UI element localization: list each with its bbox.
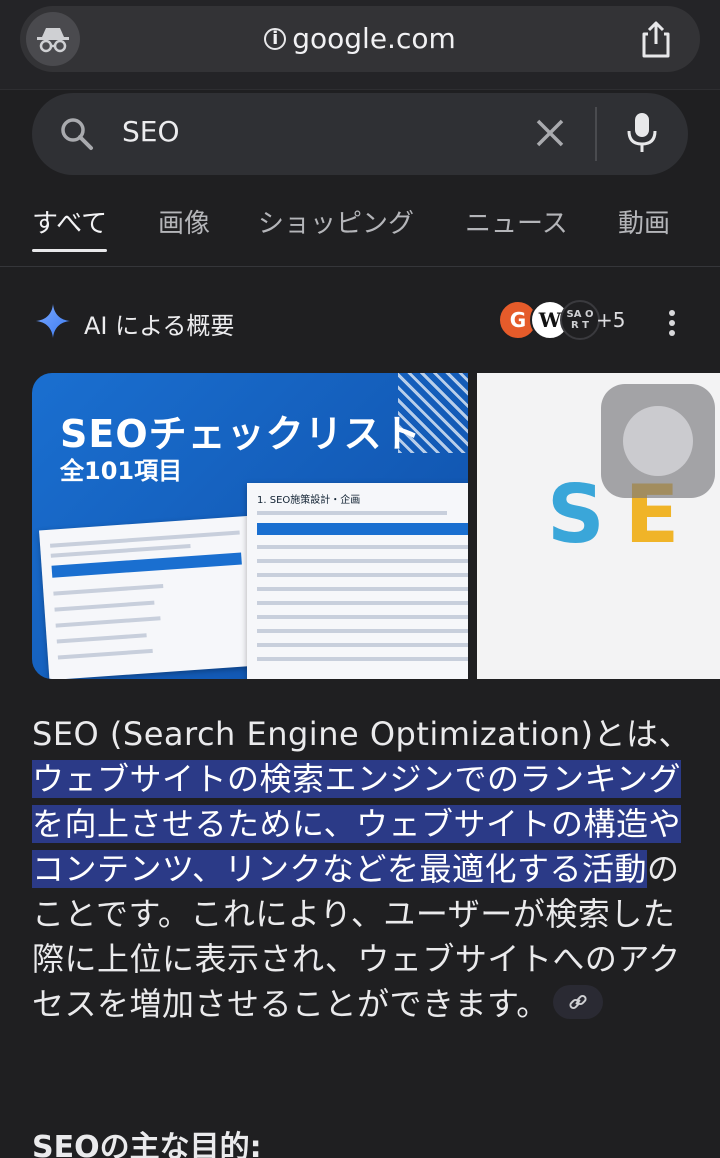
- ai-overview-header: AI による概要 G W SA O R T +5: [0, 290, 720, 352]
- site-info-icon[interactable]: i: [264, 28, 287, 50]
- highlighted-definition[interactable]: ウェブサイトの検索エンジンでのランキングを向上させるために、ウェブサイトの構造や…: [32, 760, 682, 888]
- gemini-sparkle-icon: [34, 302, 72, 344]
- ai-overview-title: AI による概要: [84, 312, 235, 340]
- tab-news[interactable]: ニュース: [465, 203, 568, 240]
- more-options-icon[interactable]: [668, 310, 676, 340]
- tab-all[interactable]: すべて: [32, 203, 108, 252]
- url-text: google.com: [292, 22, 456, 55]
- share-icon[interactable]: [638, 20, 674, 60]
- browser-toolbar: i google.com: [0, 0, 720, 90]
- sheet-title: 1. SEO施策設計・企画: [257, 495, 361, 506]
- more-sources-count[interactable]: +5: [596, 308, 625, 332]
- tab-images[interactable]: 画像: [158, 203, 210, 240]
- search-icon: [58, 115, 96, 157]
- image-heading: SEOチェックリスト: [60, 412, 422, 456]
- checklist-sheet-right: 1. SEO施策設計・企画: [247, 483, 468, 679]
- overview-subheading: SEOの主な目的:: [32, 1130, 262, 1158]
- seo-checklist-image[interactable]: SEOチェックリスト 全101項目 1. SEO施策設計・企画: [32, 373, 468, 679]
- search-tabs: すべて 画像 ショッピング ニュース 動画: [0, 195, 720, 267]
- overview-text-intro: SEO (Search Engine Optimization)とは、: [32, 715, 692, 753]
- tab-videos[interactable]: 動画: [618, 203, 670, 240]
- image-subheading: 全101項目: [60, 457, 183, 485]
- link-icon: [569, 994, 587, 1010]
- microphone-icon[interactable]: [626, 111, 658, 159]
- search-box[interactable]: SEO: [32, 93, 688, 175]
- address-bar[interactable]: i google.com: [20, 6, 700, 72]
- tab-shopping[interactable]: ショッピング: [258, 203, 414, 240]
- search-input[interactable]: SEO: [122, 115, 180, 148]
- assistive-touch-button[interactable]: [601, 384, 715, 498]
- ai-overview-text: SEO (Search Engine Optimization)とは、ウェブサイ…: [32, 712, 692, 1027]
- clear-icon[interactable]: [530, 113, 570, 157]
- source-favicon-3[interactable]: SA O R T: [560, 300, 600, 340]
- search-divider: [595, 107, 597, 161]
- checklist-sheet-left: [39, 515, 259, 679]
- url-display[interactable]: i google.com: [20, 22, 700, 55]
- source-link-chip[interactable]: [552, 985, 603, 1019]
